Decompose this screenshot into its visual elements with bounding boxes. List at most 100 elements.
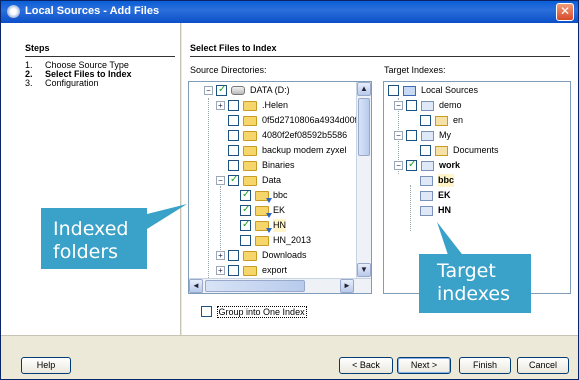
collapse-icon[interactable]: − [394, 161, 403, 170]
scroll-down-button[interactable]: ▼ [357, 263, 371, 277]
step-item: 3. Configuration [25, 79, 132, 88]
collapse-icon[interactable]: − [394, 101, 403, 110]
checkbox[interactable] [228, 145, 239, 156]
target-indexes-label: Target Indexes: [384, 65, 446, 75]
group-into-one-index[interactable]: Group into One Index [201, 304, 307, 318]
index-icon [420, 206, 433, 216]
scroll-right-button[interactable]: ► [340, 279, 354, 293]
scroll-left-button[interactable]: ◄ [189, 279, 203, 293]
checkbox[interactable] [240, 188, 251, 201]
horizontal-scrollbar[interactable]: ◄ ► [189, 278, 371, 293]
tree-label: export [262, 265, 288, 275]
tree-row[interactable]: 4080f2ef08592b5586 [189, 129, 355, 142]
tree-row-data[interactable]: − Data [189, 173, 355, 187]
indexed-folder-icon [255, 206, 272, 218]
callout-line: Indexed [53, 218, 129, 240]
local-sources-icon [403, 86, 416, 96]
cancel-button[interactable]: Cancel [517, 357, 569, 374]
page-title: Select Files to Index [190, 43, 277, 53]
checkbox[interactable] [228, 130, 239, 141]
checkbox[interactable] [228, 250, 239, 261]
checkbox[interactable] [406, 130, 417, 141]
tree-label: Downloads [262, 250, 307, 260]
checkbox[interactable] [228, 265, 239, 276]
callout-line: indexes [437, 283, 510, 305]
collapse-icon[interactable]: − [204, 86, 213, 95]
tree-line [410, 185, 411, 231]
folder-icon [243, 251, 257, 261]
scroll-thumb[interactable] [205, 280, 305, 292]
window-title: Local Sources - Add Files [25, 5, 160, 17]
collapse-icon[interactable]: − [394, 131, 403, 140]
tree-label: HN [438, 205, 451, 215]
tree-row[interactable]: Binaries [189, 159, 355, 172]
close-button[interactable]: ✕ [556, 3, 574, 21]
checkbox[interactable] [228, 100, 239, 111]
checkbox[interactable] [240, 235, 251, 246]
callout-pointer [147, 204, 187, 229]
indexed-folders-callout: Indexed folders [41, 208, 147, 269]
next-button[interactable]: Next > [397, 357, 451, 374]
button-bar: Help < Back Next > Finish Cancel [1, 335, 578, 379]
tree-label: en [453, 115, 464, 125]
checkbox[interactable] [388, 85, 399, 96]
checkbox[interactable] [201, 306, 212, 317]
document-index-icon [435, 146, 448, 156]
source-directories-label: Source Directories: [190, 65, 267, 75]
tree-row-bbc[interactable]: bbc [189, 188, 355, 203]
expand-icon[interactable]: + [216, 101, 225, 110]
checkbox[interactable] [240, 218, 251, 231]
tree-label: EK [438, 190, 451, 200]
source-directories-tree[interactable]: − DATA (D:) + .Helen 0f5d2710806a4934d00… [188, 81, 372, 294]
checkbox[interactable] [228, 115, 239, 126]
tree-row[interactable]: + .Helen [189, 99, 355, 112]
checkbox[interactable] [228, 160, 239, 171]
indexed-folder-icon [255, 221, 272, 233]
collapse-icon[interactable]: − [216, 176, 225, 185]
index-icon [420, 191, 433, 201]
expand-icon[interactable]: + [216, 251, 225, 260]
vertical-scrollbar[interactable]: ▲ ▼ [356, 82, 371, 278]
tree-row[interactable]: 0f5d2710806a4934d00fb [189, 114, 362, 127]
checkbox[interactable] [228, 173, 239, 186]
tree-row[interactable]: + Downloads [189, 249, 355, 262]
step-label: Configuration [45, 78, 99, 88]
document-index-icon [435, 116, 448, 126]
target-indexes-callout: Target indexes [419, 254, 531, 313]
tree-row-data-drive[interactable]: − DATA (D:) [189, 83, 355, 97]
checkbox[interactable] [216, 83, 227, 96]
tree-label: demo [439, 100, 462, 110]
folder-icon [255, 236, 269, 246]
tree-label: My [439, 130, 451, 140]
index-icon [421, 161, 434, 171]
folder-icon [243, 176, 257, 186]
steps-heading: Steps [25, 43, 50, 53]
drive-icon [231, 86, 245, 95]
checkbox[interactable] [240, 203, 251, 216]
index-icon [420, 176, 433, 186]
checkbox[interactable] [420, 115, 431, 126]
callout-line: Target [437, 260, 496, 282]
help-button[interactable]: Help [21, 357, 71, 374]
tree-row-hn[interactable]: HN [189, 218, 355, 233]
tree-row[interactable]: backup modem zyxel [189, 144, 355, 157]
index-icon [421, 131, 434, 141]
folder-icon [243, 131, 257, 141]
expand-icon[interactable]: + [216, 266, 225, 275]
checkbox[interactable] [406, 158, 417, 171]
tree-label: HN [273, 219, 286, 232]
checkbox[interactable] [406, 100, 417, 111]
finish-button[interactable]: Finish [459, 357, 511, 374]
tree-row[interactable]: HN_2013 [189, 234, 355, 247]
tree-label: backup modem zyxel [262, 145, 347, 155]
tree-label: 4080f2ef08592b5586 [262, 130, 348, 140]
back-button[interactable]: < Back [339, 357, 393, 374]
scroll-thumb[interactable] [358, 98, 370, 156]
tree-label: HN_2013 [273, 235, 312, 245]
callout-line: folders [53, 241, 119, 263]
checkbox[interactable] [420, 145, 431, 156]
tree-row-ek[interactable]: EK [189, 203, 355, 218]
steps-list: 1. Choose Source Type 2. Select Files to I… [25, 61, 132, 88]
tree-row[interactable]: + export [189, 264, 355, 277]
scroll-up-button[interactable]: ▲ [357, 82, 371, 96]
